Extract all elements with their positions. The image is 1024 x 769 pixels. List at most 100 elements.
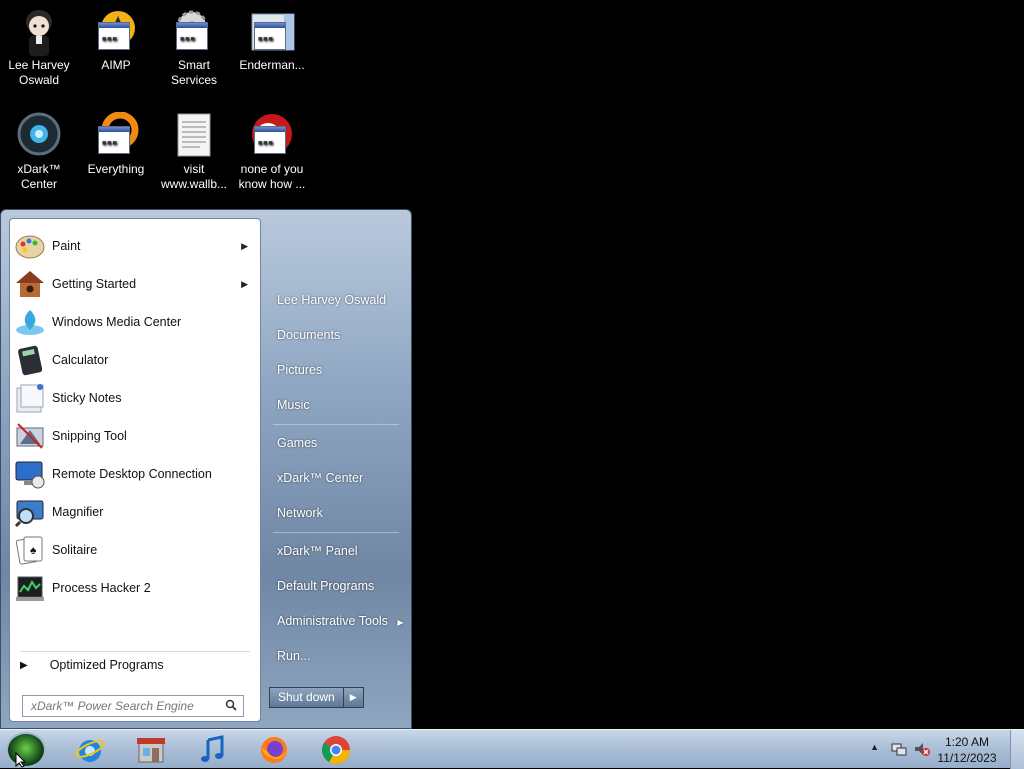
start-menu: Paint ▶ Getting Started ▶ Windows Media … — [0, 209, 412, 729]
chrome-icon — [322, 735, 350, 764]
desktop-icon-smart-services[interactable]: Smart Services — [156, 8, 232, 88]
submenu-arrow-icon: ▶ — [241, 278, 248, 289]
program-label: Sticky Notes — [52, 391, 122, 405]
program-label: Paint — [52, 239, 81, 253]
place-network[interactable]: Network — [277, 506, 323, 520]
clock[interactable]: 1:20 AM 11/12/2023 — [932, 734, 1002, 766]
submenu-arrow-icon: ▶ — [241, 240, 248, 251]
start-menu-programs-pane: Paint ▶ Getting Started ▶ Windows Media … — [9, 218, 261, 722]
solitaire-icon: ♠ — [14, 534, 46, 566]
place-music[interactable]: Music — [277, 398, 310, 412]
program-label: Process Hacker 2 — [52, 581, 151, 595]
program-label: Snipping Tool — [52, 429, 127, 443]
places-separator — [273, 532, 399, 533]
program-snipping-tool[interactable]: Snipping Tool — [14, 418, 258, 454]
program-windows-media-center[interactable]: Windows Media Center — [14, 304, 258, 340]
taskbar-chrome[interactable] — [316, 732, 356, 767]
desktop-icon-label: visit www.wallb... — [160, 162, 228, 191]
program-label: Getting Started — [52, 277, 137, 291]
desktop-icon-everything[interactable]: Everything — [78, 111, 154, 177]
places-separator — [273, 424, 399, 425]
search-placeholder: xDark™ Power Search Engine — [31, 699, 194, 713]
xdark-center-icon — [15, 112, 63, 160]
app-window-icon — [248, 112, 296, 160]
taskbar-store[interactable] — [131, 732, 171, 767]
all-programs-button[interactable]: ▶ Optimized Programs — [20, 658, 164, 672]
desktop-icon-label: AIMP — [101, 58, 131, 72]
desktop-icon-label: Enderman... — [239, 58, 305, 72]
program-remote-desktop[interactable]: Remote Desktop Connection — [14, 456, 258, 492]
mouse-cursor-icon — [15, 752, 27, 768]
snipping-tool-icon — [14, 420, 46, 452]
magnifier-icon — [14, 496, 46, 528]
place-pictures[interactable]: Pictures — [277, 363, 322, 377]
program-getting-started[interactable]: Getting Started ▶ — [14, 266, 258, 302]
search-icon — [225, 699, 237, 711]
place-xdark-center[interactable]: xDark™ Center — [277, 471, 363, 485]
calculator-icon — [14, 344, 46, 376]
app-window-icon — [248, 8, 296, 56]
show-desktop-button[interactable] — [1010, 730, 1024, 769]
place-documents[interactable]: Documents — [277, 328, 340, 342]
search-input[interactable]: xDark™ Power Search Engine — [22, 695, 244, 717]
user-avatar-icon — [15, 8, 63, 56]
clock-time: 1:20 AM — [944, 735, 990, 749]
desktop-icon-text-document[interactable]: visit www.wallb... — [156, 112, 232, 192]
aimp-icon — [92, 8, 140, 56]
place-games[interactable]: Games — [277, 436, 317, 450]
volume-muted-icon[interactable] — [914, 741, 930, 757]
program-sticky-notes[interactable]: Sticky Notes — [14, 380, 258, 416]
program-calculator[interactable]: Calculator — [14, 342, 258, 378]
place-user-folder[interactable]: Lee Harvey Oswald — [277, 293, 386, 307]
submenu-arrow-icon: ▶ — [397, 618, 404, 627]
program-magnifier[interactable]: Magnifier — [14, 494, 258, 530]
svg-text:♠: ♠ — [30, 543, 37, 557]
taskbar-music[interactable] — [192, 732, 232, 767]
program-paint[interactable]: Paint ▶ — [14, 228, 258, 264]
taskbar-internet-explorer[interactable] — [70, 732, 110, 767]
desktop-icon-label: Lee Harvey Oswald — [8, 58, 70, 87]
taskbar: ▲ 1:20 AM 11/12/2023 — [0, 729, 1024, 769]
text-document-icon — [170, 112, 218, 160]
shutdown-group: Shut down ▶ — [269, 687, 364, 708]
shutdown-button[interactable]: Shut down — [269, 687, 344, 708]
desktop-icon-aimp[interactable]: AIMP — [78, 8, 154, 73]
desktop-icon-label: xDark™ Center — [17, 162, 61, 191]
network-icon[interactable] — [891, 741, 907, 757]
program-process-hacker[interactable]: Process Hacker 2 — [14, 570, 258, 606]
program-solitaire[interactable]: ♠ Solitaire — [14, 532, 258, 568]
program-label: Magnifier — [52, 505, 104, 519]
gear-icon — [170, 8, 218, 56]
firefox-icon — [261, 736, 287, 763]
getting-started-icon — [14, 268, 46, 300]
sticky-notes-icon — [14, 382, 46, 414]
show-hidden-icons-icon[interactable]: ▲ — [870, 742, 879, 752]
desktop-icon-xdark-center[interactable]: xDark™ Center — [1, 112, 77, 192]
desktop-icon-label: Smart Services — [170, 58, 217, 87]
desktop-icon-label: none of you know how ... — [238, 162, 306, 191]
start-menu-places-pane: Lee Harvey Oswald Documents Pictures Mus… — [269, 210, 409, 730]
place-run[interactable]: Run... — [277, 649, 310, 663]
program-label: Remote Desktop Connection — [52, 467, 212, 481]
clock-date: 11/12/2023 — [937, 751, 997, 765]
internet-explorer-icon — [75, 739, 105, 762]
shutdown-options-button[interactable]: ▶ — [343, 687, 364, 708]
program-label: Calculator — [52, 353, 109, 367]
paint-icon — [14, 230, 46, 262]
place-label: Administrative Tools — [277, 614, 388, 628]
remote-desktop-icon — [14, 458, 46, 490]
place-xdark-panel[interactable]: xDark™ Panel — [277, 544, 358, 558]
desktop-icon-none-of-you[interactable]: none of you know how ... — [234, 112, 310, 192]
desktop-icon-label: Everything — [87, 162, 145, 176]
taskbar-firefox[interactable] — [254, 732, 294, 767]
everything-icon — [92, 111, 140, 160]
desktop-icon-user-folder[interactable]: Lee Harvey Oswald — [1, 8, 77, 88]
place-administrative-tools[interactable]: Administrative Tools ▶ — [277, 614, 404, 628]
process-hacker-icon — [14, 572, 46, 604]
media-center-icon — [14, 306, 46, 338]
all-programs-label: Optimized Programs — [49, 658, 164, 672]
program-label: Windows Media Center — [52, 315, 182, 329]
desktop-icon-enderman[interactable]: Enderman... — [234, 8, 310, 73]
programs-separator — [20, 651, 250, 652]
place-default-programs[interactable]: Default Programs — [277, 579, 374, 593]
